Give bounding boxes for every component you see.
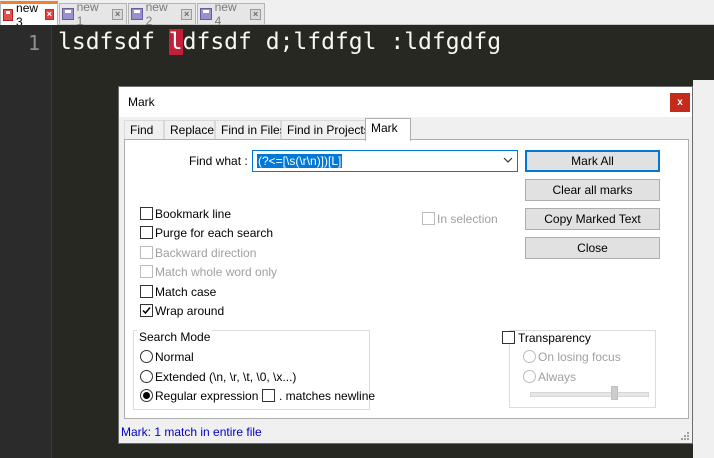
wrap-around-checkbox[interactable]	[140, 304, 153, 317]
backward-direction-label: Backward direction	[155, 246, 257, 260]
dialog-titlebar[interactable]: Mark x	[119, 87, 692, 117]
dot-newline-label: . matches newline	[279, 389, 376, 403]
close-button[interactable]: Close	[525, 237, 660, 259]
transparency-label: Transparency	[516, 331, 593, 345]
find-what-combobox[interactable]: (?<=[\s(\r\n)])[L]	[252, 150, 518, 172]
unsaved-file-icon	[3, 8, 14, 21]
on-losing-focus-label: On losing focus	[538, 350, 621, 364]
dialog-status-bar: Mark: 1 match in entire file	[119, 420, 692, 443]
tab-new-1[interactable]: new 1 ×	[59, 0, 127, 28]
whole-word-checkbox	[140, 265, 153, 278]
tab-find[interactable]: Find	[124, 120, 164, 140]
tab-label: new 4	[214, 0, 237, 28]
purge-label: Purge for each search	[155, 226, 274, 240]
search-mode-title: Search Mode	[137, 330, 213, 344]
mark-all-button[interactable]: Mark All	[525, 150, 660, 172]
editor-scrollbar[interactable]	[693, 80, 714, 458]
tab-replace[interactable]: Replace	[164, 120, 215, 140]
transparency-slider-track	[530, 392, 649, 397]
purge-checkbox[interactable]	[140, 226, 153, 239]
dot-newline-checkbox[interactable]	[262, 389, 275, 402]
always-label: Always	[538, 370, 577, 384]
status-text: Mark: 1 match in entire file	[121, 425, 262, 439]
extended-label: Extended (\n, \r, \t, \0, \x...)	[155, 370, 297, 384]
close-tab-icon[interactable]: ×	[250, 8, 261, 20]
bookmark-line-checkbox[interactable]	[140, 207, 153, 220]
in-selection-checkbox	[422, 212, 435, 225]
regex-label: Regular expression	[155, 389, 259, 403]
copy-marked-text-button[interactable]: Copy Marked Text	[525, 208, 660, 230]
resize-grip-icon[interactable]	[679, 430, 689, 440]
regex-radio[interactable]	[140, 389, 153, 402]
mark-dialog: Mark x Find Replace Find in Files Find i…	[118, 86, 693, 444]
radio-selected-dot	[143, 392, 150, 399]
chevron-down-icon[interactable]	[503, 155, 513, 165]
normal-radio[interactable]	[140, 350, 153, 363]
file-icon	[200, 8, 212, 20]
tab-find-in-files[interactable]: Find in Files	[215, 120, 286, 140]
tab-mark[interactable]: Mark	[365, 118, 411, 141]
code-text-after: dfsdf d;lfdfgl :ldfgdfg	[182, 29, 502, 55]
checkmark-icon	[142, 307, 151, 315]
code-line[interactable]: lsdfsdf ldfsdf d;lfdfgl :ldfgdfg	[58, 29, 501, 55]
code-text-before: lsdfsdf	[58, 29, 169, 55]
tab-new-2[interactable]: new 2 ×	[128, 0, 196, 28]
clear-all-marks-button[interactable]: Clear all marks	[525, 179, 660, 201]
line-number: 1	[27, 31, 40, 55]
tab-label: new 1	[76, 0, 99, 28]
tab-label: new 2	[145, 0, 168, 28]
caret-character: l	[168, 29, 183, 55]
whole-word-label: Match whole word only	[155, 265, 278, 279]
extended-radio[interactable]	[140, 370, 153, 383]
find-what-label: Find what :	[189, 154, 248, 168]
wrap-around-label: Wrap around	[155, 304, 225, 318]
close-tab-icon[interactable]: ×	[181, 8, 192, 20]
in-selection-label: In selection	[437, 212, 498, 226]
always-radio	[523, 370, 536, 383]
match-case-checkbox[interactable]	[140, 285, 153, 298]
transparency-checkbox[interactable]	[502, 331, 515, 344]
file-icon	[62, 8, 74, 20]
on-losing-focus-radio	[523, 350, 536, 363]
dialog-close-button[interactable]: x	[670, 93, 690, 112]
find-what-value[interactable]: (?<=[\s(\r\n)])[L]	[257, 154, 343, 168]
backward-direction-checkbox	[140, 246, 153, 259]
tab-find-in-projects[interactable]: Find in Projects	[281, 120, 370, 140]
normal-label: Normal	[155, 350, 194, 364]
line-number-gutter	[0, 25, 52, 458]
mark-panel: Find what : (?<=[\s(\r\n)])[L] Mark All …	[124, 139, 689, 419]
tab-new-3[interactable]: new 3 ×	[0, 1, 58, 29]
file-icon	[131, 8, 143, 20]
dialog-title: Mark	[128, 95, 155, 109]
tab-new-4[interactable]: new 4 ×	[197, 0, 265, 28]
transparency-slider-thumb	[611, 386, 619, 400]
close-tab-icon[interactable]: ×	[112, 8, 123, 20]
bookmark-line-label: Bookmark line	[155, 207, 232, 221]
close-tab-icon[interactable]: ×	[44, 9, 54, 20]
match-case-label: Match case	[155, 285, 217, 299]
editor-tab-bar: new 3 × new 1 × new 2 × new 4 ×	[0, 0, 714, 29]
